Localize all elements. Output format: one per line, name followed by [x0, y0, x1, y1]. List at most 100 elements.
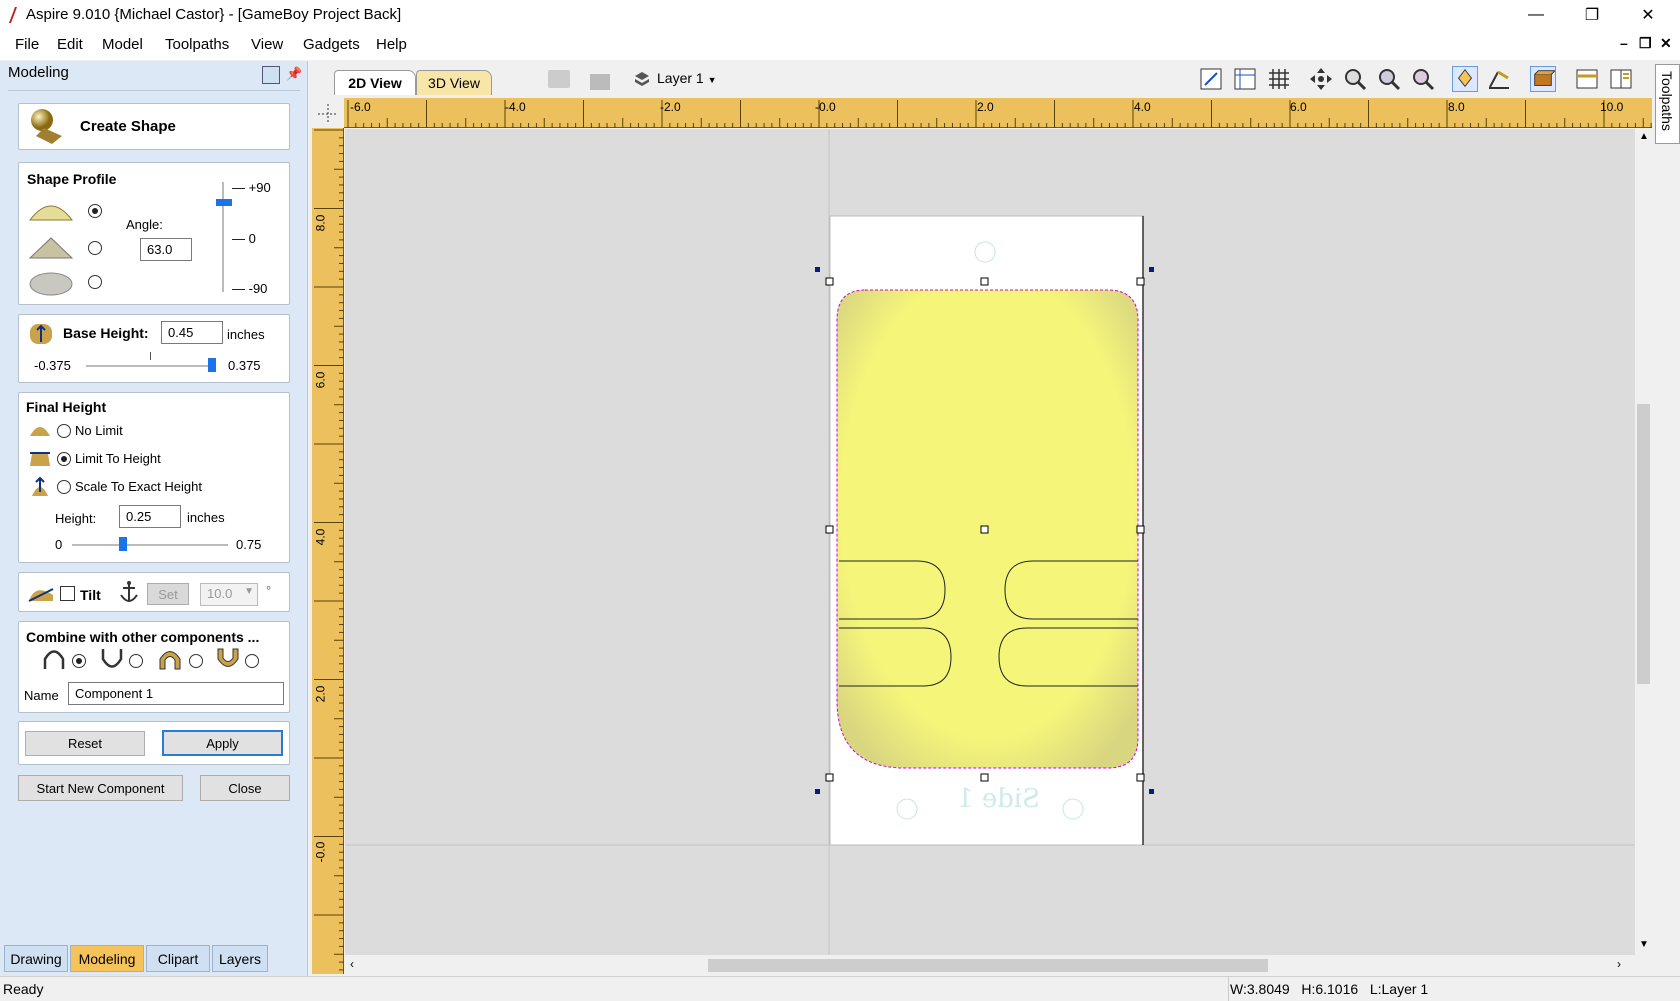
anchor-icon[interactable] — [118, 579, 140, 605]
pan-icon[interactable] — [1308, 66, 1334, 92]
combine-multiply-radio[interactable] — [245, 654, 259, 668]
no-limit-label[interactable]: No Limit — [75, 423, 123, 438]
menu-help[interactable]: Help — [376, 36, 407, 53]
vertical-scrollbar[interactable]: ▲ ▼ — [1635, 129, 1652, 955]
profile-round-radio[interactable] — [88, 204, 102, 218]
ruler-label: 10.0 — [1600, 100, 1624, 114]
angle-input[interactable] — [140, 238, 192, 261]
scroll-left-icon[interactable]: ‹ — [350, 957, 354, 971]
spinner-arrow-icon[interactable]: ▼ — [244, 586, 254, 597]
selected-tool-icon[interactable] — [1452, 66, 1478, 92]
split-view-icon[interactable] — [1608, 66, 1634, 92]
height-input[interactable] — [119, 505, 181, 528]
flat-profile-icon — [29, 272, 73, 296]
layer-dropdown[interactable]: Layer 1 ▼ — [657, 70, 717, 86]
angle-max-label: — +90 — [232, 180, 271, 195]
apply-button[interactable]: Apply — [162, 730, 283, 756]
profile-flat-radio[interactable] — [88, 275, 102, 289]
divider — [8, 90, 300, 91]
combine-add-radio[interactable] — [72, 654, 86, 668]
scale-height-icon — [32, 476, 48, 496]
create-shape-icon — [31, 109, 62, 144]
menu-view[interactable]: View — [251, 36, 283, 53]
ruler-corner — [312, 98, 344, 128]
pin-panel-icon[interactable] — [262, 66, 280, 84]
limit-height-label[interactable]: Limit To Height — [75, 451, 161, 466]
scroll-down-icon[interactable]: ▼ — [1639, 939, 1649, 950]
tab-3d-view[interactable]: 3D View — [416, 70, 492, 95]
final-height-title: Final Height — [26, 399, 107, 415]
measure-icon[interactable] — [1486, 66, 1512, 92]
snap-grid-icon[interactable] — [1232, 66, 1258, 92]
tilt-degree: ° — [266, 583, 272, 598]
close-button[interactable]: ✕ — [1620, 0, 1676, 30]
tilt-icon — [28, 588, 54, 602]
zoom-fit-icon[interactable] — [1410, 66, 1436, 92]
layout-panels-icon[interactable] — [1574, 66, 1600, 92]
component-name-input[interactable] — [68, 682, 284, 705]
base-height-tick — [150, 352, 151, 360]
add-combine-icon — [43, 650, 65, 669]
mdi-restore-button[interactable]: ❐ — [1639, 35, 1652, 52]
zoom-box-icon[interactable] — [1342, 66, 1368, 92]
toolpaths-side-tab[interactable]: Toolpaths — [1655, 64, 1680, 144]
tab-modeling[interactable]: Modeling — [70, 945, 144, 972]
restore-button[interactable]: ❐ — [1564, 0, 1620, 30]
scale-height-radio[interactable] — [57, 480, 71, 494]
tab-2d-view[interactable]: 2D View — [334, 70, 416, 95]
horizontal-scrollbar[interactable]: ‹ › — [345, 955, 1635, 975]
tab-clipart[interactable]: Clipart — [146, 945, 210, 972]
tab-layers[interactable]: Layers — [212, 945, 268, 972]
profile-vbit-radio[interactable] — [88, 241, 102, 255]
material-setup-icon[interactable] — [1530, 66, 1556, 92]
mdi-close-button[interactable]: ✕ — [1660, 35, 1672, 52]
panel-header: Modeling — [8, 64, 69, 81]
autohide-icon[interactable]: 📌 — [286, 66, 302, 82]
round-profile-icon — [28, 205, 74, 221]
base-height-slider-thumb[interactable] — [208, 358, 216, 372]
mdi-minimize-button[interactable]: – — [1620, 35, 1628, 51]
layer-visibility-icon[interactable] — [548, 70, 570, 88]
menu-model[interactable]: Model — [102, 36, 143, 53]
menu-file[interactable]: File — [15, 36, 39, 53]
tab-drawing[interactable]: Drawing — [4, 945, 68, 972]
scroll-right-icon[interactable]: › — [1617, 957, 1621, 971]
zoom-selected-icon[interactable] — [1198, 66, 1224, 92]
tilt-set-button[interactable]: Set — [147, 583, 189, 605]
ruler-label: 4.0 — [1134, 100, 1151, 114]
menu-toolpaths[interactable]: Toolpaths — [165, 36, 229, 53]
scale-height-label[interactable]: Scale To Exact Height — [75, 479, 202, 494]
menu-gadgets[interactable]: Gadgets — [303, 36, 360, 53]
layer-tool-icon[interactable] — [590, 74, 610, 90]
tilt-checkbox[interactable] — [60, 586, 75, 601]
ruler-label: -0.0 — [815, 100, 836, 114]
no-limit-radio[interactable] — [57, 424, 71, 438]
drawing-canvas[interactable]: Side 1 — [345, 129, 1635, 955]
side-label-text: Side 1 — [957, 784, 1040, 814]
origin-crosshair-icon[interactable] — [312, 98, 344, 128]
combine-merge-radio[interactable] — [189, 654, 203, 668]
grid-icon[interactable] — [1266, 66, 1292, 92]
base-height-input[interactable] — [161, 321, 223, 344]
height-slider-thumb[interactable] — [119, 537, 127, 551]
reset-button[interactable]: Reset — [25, 731, 145, 756]
start-new-component-button[interactable]: Start New Component — [18, 775, 183, 801]
limit-height-radio[interactable] — [57, 452, 71, 466]
window-title: Aspire 9.010 {Michael Castor} - [GameBoy… — [26, 6, 402, 23]
base-height-icon — [30, 324, 52, 344]
chevron-down-icon: ▼ — [707, 75, 717, 85]
minimize-button[interactable]: — — [1508, 0, 1564, 30]
scroll-up-icon[interactable]: ▲ — [1639, 131, 1649, 142]
angle-mid-label: — 0 — [232, 231, 256, 246]
ruler-label: 8.0 — [1448, 100, 1465, 114]
horizontal-scroll-thumb[interactable] — [708, 959, 1268, 972]
vertical-scroll-thumb[interactable] — [1637, 404, 1650, 684]
combine-subtract-radio[interactable] — [129, 654, 143, 668]
menu-edit[interactable]: Edit — [57, 36, 83, 53]
close-panel-button[interactable]: Close — [200, 775, 290, 801]
angle-slider-thumb[interactable] — [216, 199, 232, 206]
status-text: Ready — [3, 981, 44, 997]
tilt-angle-input[interactable]: 10.0 ▼ — [200, 583, 258, 606]
zoom-in-icon[interactable] — [1376, 66, 1402, 92]
ruler-label: 8.0 — [313, 214, 328, 232]
